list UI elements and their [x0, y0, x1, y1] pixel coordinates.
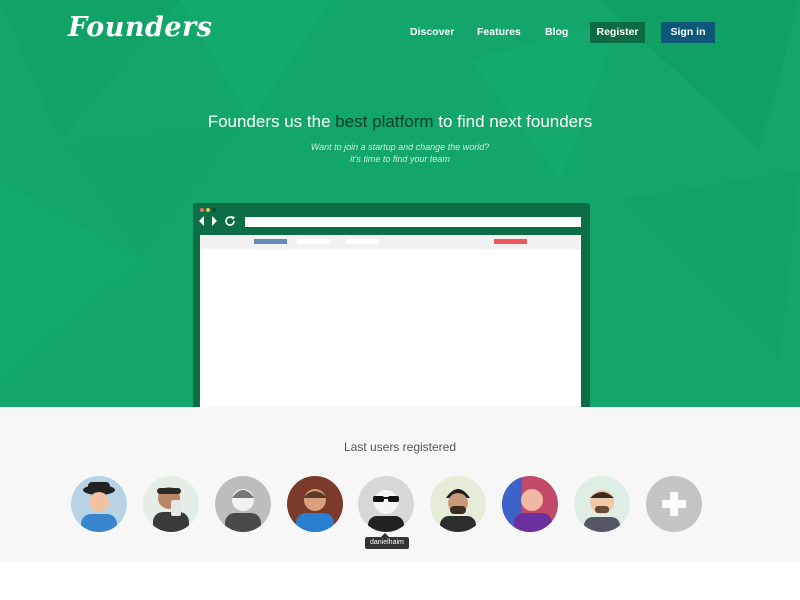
- nav-blog-link[interactable]: Blog: [545, 26, 568, 38]
- page-toolbar: [200, 235, 581, 249]
- sign-in-button[interactable]: Sign in: [661, 22, 715, 43]
- user-avatar-8[interactable]: [574, 476, 630, 532]
- hero-subtitle-line-2: it's time to find your team: [350, 154, 450, 164]
- plus-icon-vertical: [670, 492, 678, 516]
- headline-text-end: to find next founders: [433, 112, 593, 131]
- user-avatar-4[interactable]: [287, 476, 343, 532]
- user-avatar-5[interactable]: [358, 476, 414, 532]
- nav-features-link[interactable]: Features: [477, 26, 521, 38]
- window-maximize-dot: [212, 208, 216, 212]
- page-tab-white-1: [297, 239, 330, 244]
- top-navigation: Discover Features Blog Register Sign in: [0, 22, 800, 44]
- nav-discover-link[interactable]: Discover: [410, 26, 454, 38]
- user-avatar-7[interactable]: [502, 476, 558, 532]
- user-avatar-2[interactable]: [143, 476, 199, 532]
- hero-section: Founders Discover Features Blog Register…: [0, 0, 800, 407]
- browser-page-content: [200, 235, 581, 407]
- headline-highlight: best platform: [335, 112, 434, 131]
- arrow-icons: [199, 216, 217, 226]
- headline-text-start: Founders us the: [207, 112, 336, 131]
- user-avatar-1[interactable]: [71, 476, 127, 532]
- page-tab-red: [494, 239, 527, 244]
- hero-headline: Founders us the best platform to find ne…: [0, 112, 800, 132]
- hero-subtitle-line-1: Want to join a startup and change the wo…: [310, 142, 490, 152]
- window-close-dot: [200, 208, 204, 212]
- browser-mockup: [193, 203, 590, 407]
- address-bar: [245, 217, 581, 227]
- add-user-button[interactable]: [646, 476, 702, 532]
- last-users-title: Last users registered: [343, 440, 457, 454]
- window-minimize-dot: [206, 208, 210, 212]
- username-tooltip: danielhaim: [365, 533, 409, 549]
- page-tab-blue: [254, 239, 287, 244]
- last-users-section: Last users registered danielhaim: [0, 407, 800, 562]
- user-avatar-6[interactable]: [430, 476, 486, 532]
- page-tab-white-2: [346, 239, 379, 244]
- register-button[interactable]: Register: [590, 22, 645, 43]
- user-avatar-3[interactable]: [215, 476, 271, 532]
- refresh-icon: [225, 216, 235, 226]
